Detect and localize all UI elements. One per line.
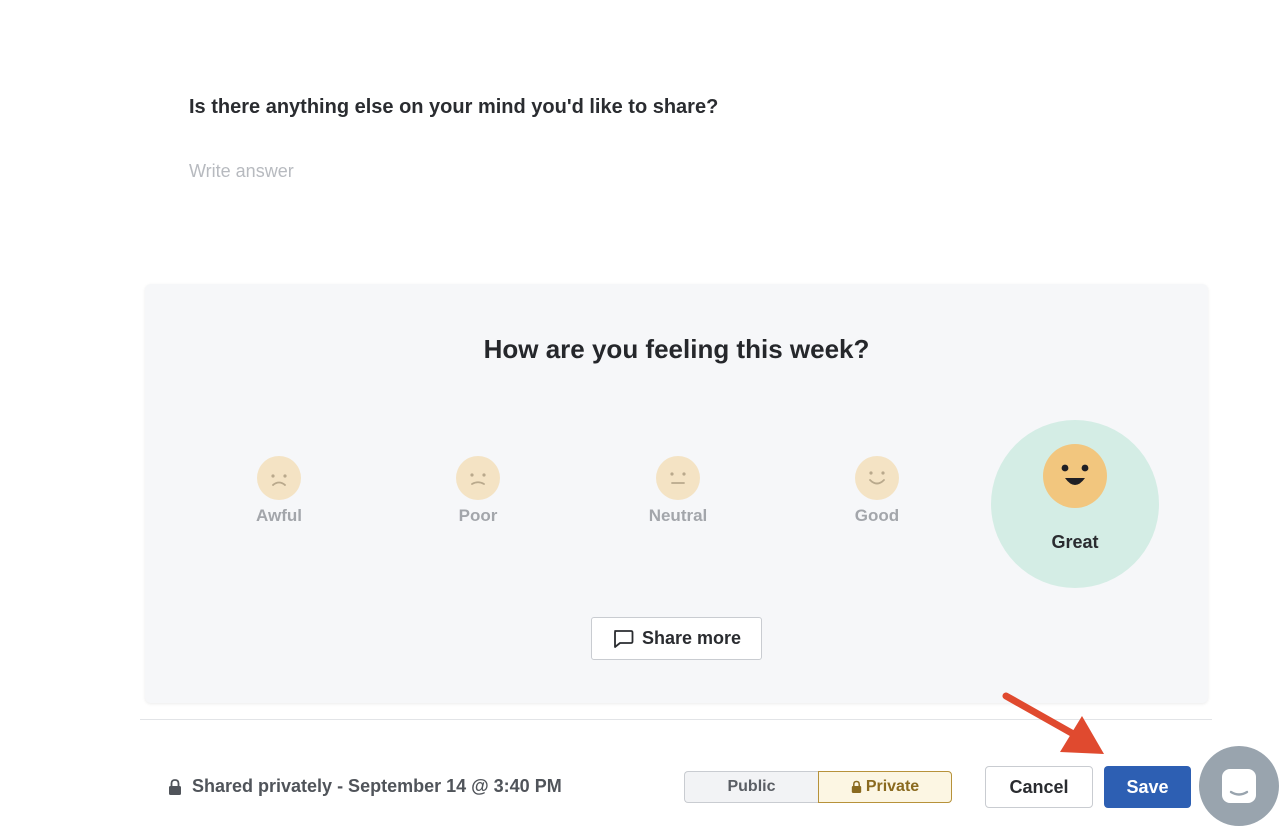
mood-option-awful[interactable]: Awful xyxy=(219,456,339,526)
mood-label-neutral: Neutral xyxy=(648,506,708,525)
share-status: Shared privately - September 14 @ 3:40 P… xyxy=(168,776,562,797)
lock-icon xyxy=(851,780,862,793)
share-more-button[interactable]: Share more xyxy=(591,617,762,660)
save-button[interactable]: Save xyxy=(1104,766,1191,808)
check-in-page: Is there anything else on your mind you'… xyxy=(0,0,1288,834)
mood-option-neutral[interactable]: Neutral xyxy=(618,456,738,526)
visibility-public-label: Public xyxy=(727,778,776,795)
mood-label-good: Good xyxy=(854,506,900,525)
chat-launcher-button[interactable] xyxy=(1199,746,1279,826)
mood-card: How are you feeling this week? Awful Poo… xyxy=(145,284,1208,703)
lock-icon xyxy=(169,778,181,795)
chat-icon xyxy=(1222,769,1256,803)
mood-option-good[interactable]: Good xyxy=(817,456,937,526)
visibility-private-label: Private xyxy=(865,778,920,795)
cancel-button[interactable]: Cancel xyxy=(985,766,1093,808)
mood-label-awful: Awful xyxy=(256,506,302,525)
annotation-arrow-icon xyxy=(1002,692,1104,754)
visibility-private-option[interactable]: Private xyxy=(818,771,952,803)
good-face-icon xyxy=(855,456,899,500)
share-status-text: Shared privately - September 14 @ 3:40 P… xyxy=(192,776,562,796)
poor-face-icon xyxy=(456,456,500,500)
mood-option-poor[interactable]: Poor xyxy=(418,456,538,526)
visibility-toggle: Public Private xyxy=(684,771,952,803)
visibility-public-option[interactable]: Public xyxy=(684,771,818,803)
awful-face-icon xyxy=(257,456,301,500)
mood-label-great: Great xyxy=(1051,532,1099,552)
mood-label-poor: Poor xyxy=(458,506,498,525)
share-more-label: Share more xyxy=(641,628,742,648)
mood-title: How are you feeling this week? xyxy=(483,334,870,364)
answer-input[interactable] xyxy=(189,156,1089,186)
question-label: Is there anything else on your mind you'… xyxy=(189,96,719,118)
mood-option-great[interactable]: Great xyxy=(991,420,1159,588)
comment-icon xyxy=(614,629,634,648)
neutral-face-icon xyxy=(656,456,700,500)
great-face-icon xyxy=(1043,444,1107,508)
